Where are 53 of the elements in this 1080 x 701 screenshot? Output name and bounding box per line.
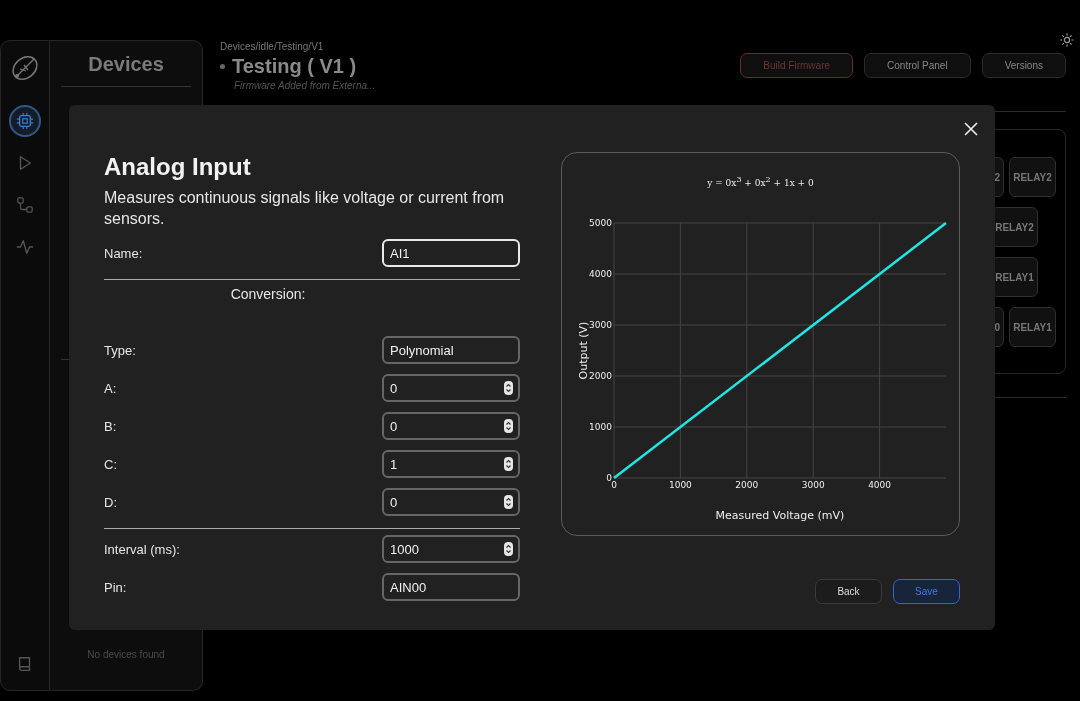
sun-icon[interactable] [1060, 33, 1074, 47]
tick-label: 3000 [589, 320, 612, 330]
text-input[interactable]: AIN00 [382, 573, 520, 601]
page-subtitle: Firmware Added from Externa... [234, 80, 376, 91]
tick-label: 1000 [589, 422, 612, 432]
leaf-logo-icon [10, 53, 40, 83]
chart-title: y = 0x$^{3}$ + 0x$^{2}$ + 1x + 0 [707, 175, 814, 189]
tick-label: 2000 [735, 480, 759, 490]
axis-title: Output (V) [577, 321, 590, 380]
spinner-icon[interactable] [504, 381, 513, 395]
field-label: Pin: [104, 579, 127, 595]
relay-tile[interactable]: RELAY1 [1009, 307, 1056, 347]
status-dot [220, 64, 225, 69]
number-input[interactable]: 1000 [382, 535, 520, 563]
spinner-icon[interactable] [504, 542, 513, 556]
dialog-title: Analog Input [104, 153, 252, 181]
text-input[interactable]: AI1 [382, 239, 520, 267]
field-label: D: [104, 494, 117, 510]
panel-title: Devices [61, 53, 191, 87]
spinner-icon[interactable] [504, 495, 513, 509]
field-label: A: [104, 380, 117, 396]
page-title: Testing ( V1 ) [232, 55, 357, 78]
field-label: Interval (ms): [104, 541, 180, 557]
tick-label: 4000 [589, 269, 612, 279]
tick-label: 4000 [868, 480, 892, 490]
axis-title: Measured Voltage (mV) [715, 509, 845, 522]
tick-label: 0 [606, 473, 612, 483]
tick-label: 2000 [589, 371, 612, 381]
dialog-description: Measures continuous signals like voltage or current from sensors. [104, 188, 506, 229]
spinner-icon[interactable] [504, 419, 513, 433]
tick-label: 5000 [589, 218, 612, 228]
save-button[interactable]: Save [893, 579, 960, 604]
number-input[interactable]: 0 [382, 488, 520, 516]
chip-icon[interactable] [9, 105, 41, 137]
header-button[interactable]: Versions [981, 53, 1066, 78]
spinner-icon[interactable] [504, 457, 513, 471]
tick-label: 3000 [801, 480, 825, 490]
tick-label: 0 [611, 480, 617, 490]
number-input[interactable]: 0 [382, 374, 520, 402]
close-icon[interactable] [964, 122, 978, 136]
back-button[interactable]: Back [815, 579, 882, 604]
breadcrumb: Devices/idle/Testing/V1 [220, 41, 325, 52]
number-input[interactable]: 0 [382, 412, 520, 440]
field-label: Type: [104, 342, 136, 358]
tick-label: 1000 [668, 480, 692, 490]
number-input[interactable]: 1 [382, 450, 520, 478]
field-label: Name: [104, 245, 143, 261]
section-heading: Conversion: [229, 286, 307, 302]
text-input[interactable]: Polynomial [382, 336, 520, 364]
field-label: B: [104, 418, 117, 434]
header-button[interactable]: Control Panel [864, 53, 971, 78]
relay-tile[interactable]: RELAY2 [1009, 157, 1056, 197]
field-label: C: [104, 456, 117, 472]
